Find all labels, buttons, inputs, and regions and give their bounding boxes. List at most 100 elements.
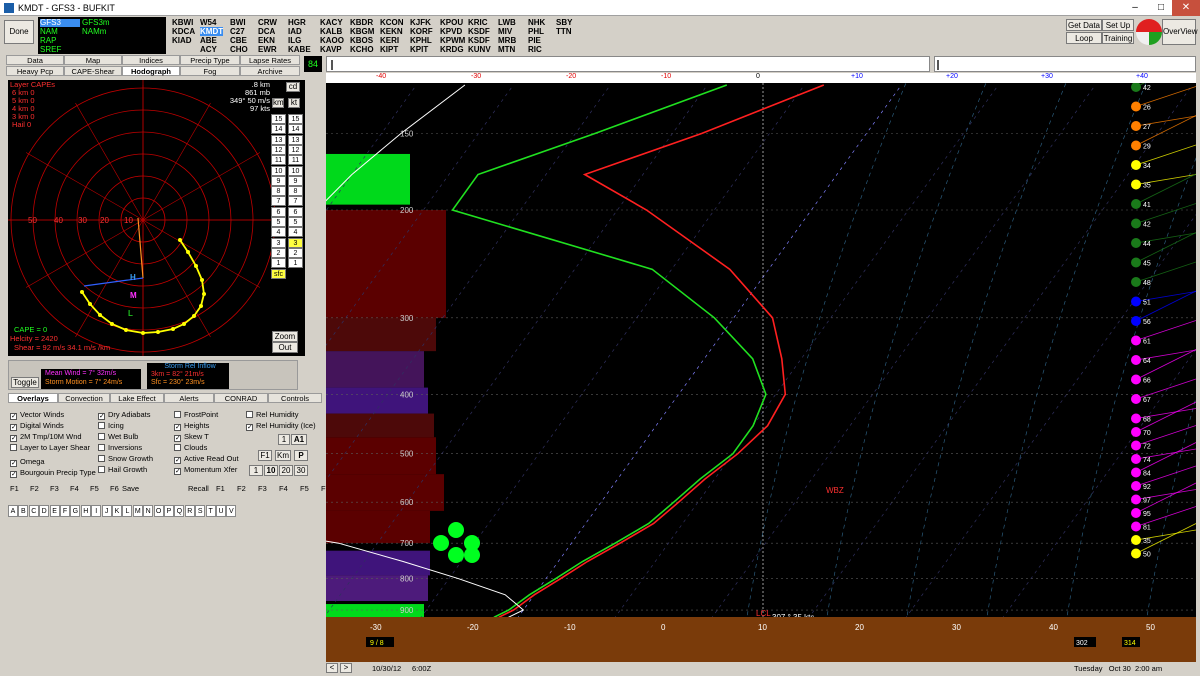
station-ilg[interactable]: ILG xyxy=(288,36,301,45)
layer-right-10[interactable]: 10 xyxy=(288,165,303,176)
letter-c[interactable]: C xyxy=(28,505,39,517)
fkey-left-f4[interactable]: F4 xyxy=(70,484,79,493)
slider-thumb[interactable] xyxy=(331,60,333,70)
tab-convection[interactable]: Convection xyxy=(58,393,110,403)
letter-p[interactable]: P xyxy=(164,505,174,517)
checkbox[interactable]: ✓ xyxy=(174,435,181,442)
fkey-right-f1[interactable]: F1 xyxy=(216,484,225,493)
secondary-slider-thumb[interactable] xyxy=(937,60,939,70)
layer-left-sfc[interactable]: sfc xyxy=(271,268,286,279)
letter-e[interactable]: E xyxy=(49,505,60,517)
layer-left-12[interactable]: 12 xyxy=(271,144,286,155)
loop-button[interactable]: Loop xyxy=(1066,32,1102,44)
cd-button[interactable]: cd xyxy=(286,82,300,92)
layer-right-13[interactable]: 13 xyxy=(288,134,303,145)
fkey-right-f3[interactable]: F3 xyxy=(258,484,267,493)
station-kcon[interactable]: KCON xyxy=(380,18,404,27)
checkbox[interactable]: ✓ xyxy=(10,471,17,478)
station-korf[interactable]: KORF xyxy=(410,27,433,36)
overview-globe-icon[interactable] xyxy=(1136,19,1162,45)
station-kbwi[interactable]: KBWI xyxy=(172,18,193,27)
training-button[interactable]: Training xyxy=(1102,32,1134,44)
station-abe[interactable]: ABE xyxy=(200,36,217,45)
overlay-snow-growth[interactable]: Snow Growth xyxy=(98,454,153,464)
station-krdg[interactable]: KRDG xyxy=(440,45,464,54)
station-acy[interactable]: ACY xyxy=(200,45,217,54)
station-nhk[interactable]: NHK xyxy=(528,18,545,27)
station-keri[interactable]: KERI xyxy=(380,36,399,45)
fkey-right-f2[interactable]: F2 xyxy=(237,484,246,493)
maximize-button[interactable]: □ xyxy=(1148,0,1174,16)
layer-left-4[interactable]: 4 xyxy=(271,227,286,238)
layer-left-3[interactable]: 3 xyxy=(271,237,286,248)
layer-right-9[interactable]: 9 xyxy=(288,175,303,186)
station-cbe[interactable]: CBE xyxy=(230,36,247,45)
model-selector[interactable]: GFS3 NAM RAP SREF GFS3m NAMm xyxy=(38,17,166,54)
fkey-right-f4[interactable]: F4 xyxy=(279,484,288,493)
station-lwb[interactable]: LWB xyxy=(498,18,516,27)
zoom-out-button[interactable]: Out xyxy=(272,342,298,353)
station-ksdf[interactable]: KSDF xyxy=(468,36,490,45)
station-hgr[interactable]: HGR xyxy=(288,18,306,27)
overlay-omega[interactable]: ✓ Omega xyxy=(10,457,45,467)
letter-s[interactable]: S xyxy=(195,505,206,517)
layer-left-9[interactable]: 9 xyxy=(271,175,286,186)
save-button[interactable]: Save xyxy=(122,484,139,493)
tab-conrad[interactable]: CONRAD xyxy=(214,393,268,403)
layer-right-7[interactable]: 7 xyxy=(288,196,303,207)
letter-r[interactable]: R xyxy=(184,505,195,517)
station-kipt[interactable]: KIPT xyxy=(380,45,398,54)
overlay-rel-humidity-ice-[interactable]: ✓ Rel Humidity (Ice) xyxy=(246,421,316,431)
station-kphl[interactable]: KPHL xyxy=(410,36,432,45)
letter-a[interactable]: A xyxy=(8,505,18,517)
overlay-clouds[interactable]: Clouds xyxy=(174,443,207,453)
station-kabe[interactable]: KABE xyxy=(288,45,311,54)
letter-t[interactable]: T xyxy=(205,505,216,517)
layer-right-6[interactable]: 6 xyxy=(288,206,303,217)
checkbox[interactable] xyxy=(98,433,105,440)
tab-indices[interactable]: Indices xyxy=(122,55,180,65)
tab-cape-shear[interactable]: CAPE-Shear xyxy=(64,66,122,76)
letter-n[interactable]: N xyxy=(143,505,154,517)
station-ewr[interactable]: EWR xyxy=(258,45,277,54)
model-gfs3m[interactable]: GFS3m xyxy=(82,19,110,27)
station-w54[interactable]: W54 xyxy=(200,18,216,27)
overlay-bourgouin-precip-type[interactable]: ✓ Bourgouin Precip Type xyxy=(10,468,96,478)
checkbox[interactable]: ✓ xyxy=(98,413,105,420)
layer-right-12[interactable]: 12 xyxy=(288,144,303,155)
station-phl[interactable]: PHL xyxy=(528,27,544,36)
tab-data[interactable]: Data xyxy=(6,55,64,65)
kt-button[interactable]: kt xyxy=(288,98,300,108)
station-kiad[interactable]: KIAD xyxy=(172,36,192,45)
fkey-right-f5[interactable]: F5 xyxy=(300,484,309,493)
letter-o[interactable]: O xyxy=(153,505,164,517)
layer-right-14[interactable]: 14 xyxy=(288,124,303,135)
station-ksdf[interactable]: KSDF xyxy=(468,27,490,36)
station-cho[interactable]: CHO xyxy=(230,45,248,54)
layer-left-1[interactable]: 1 xyxy=(271,258,286,269)
station-crw[interactable]: CRW xyxy=(258,18,277,27)
checkbox[interactable] xyxy=(10,444,17,451)
station-kunv[interactable]: KUNV xyxy=(468,45,491,54)
checkbox[interactable]: ✓ xyxy=(10,413,17,420)
layer-right-1[interactable]: 1 xyxy=(288,258,303,269)
overlay-frostpoint[interactable]: FrostPoint xyxy=(174,410,218,420)
station-kpit[interactable]: KPIT xyxy=(410,45,428,54)
station-kdca[interactable]: KDCA xyxy=(172,27,195,36)
overlay-momentum-xfer[interactable]: ✓ Momentum Xfer xyxy=(174,465,237,475)
station-kacy[interactable]: KACY xyxy=(320,18,343,27)
tab-alerts[interactable]: Alerts xyxy=(164,393,214,403)
letter-d[interactable]: D xyxy=(39,505,50,517)
letter-q[interactable]: Q xyxy=(174,505,185,517)
tab-fog[interactable]: Fog xyxy=(180,66,240,76)
letter-k[interactable]: K xyxy=(112,505,122,517)
secondary-slider[interactable] xyxy=(934,56,1196,72)
layer-left-5[interactable]: 5 xyxy=(271,217,286,227)
overlay-icing[interactable]: Icing xyxy=(98,421,124,431)
model-rap[interactable]: RAP xyxy=(40,37,56,45)
layer-left-8[interactable]: 8 xyxy=(271,186,286,197)
checkbox[interactable] xyxy=(174,444,181,451)
overlay-2m-tmp-10m-wnd[interactable]: ✓ 2M Tmp/10M Wnd xyxy=(10,432,82,442)
station-iad[interactable]: IAD xyxy=(288,27,302,36)
station-kpou[interactable]: KPOU xyxy=(440,18,463,27)
